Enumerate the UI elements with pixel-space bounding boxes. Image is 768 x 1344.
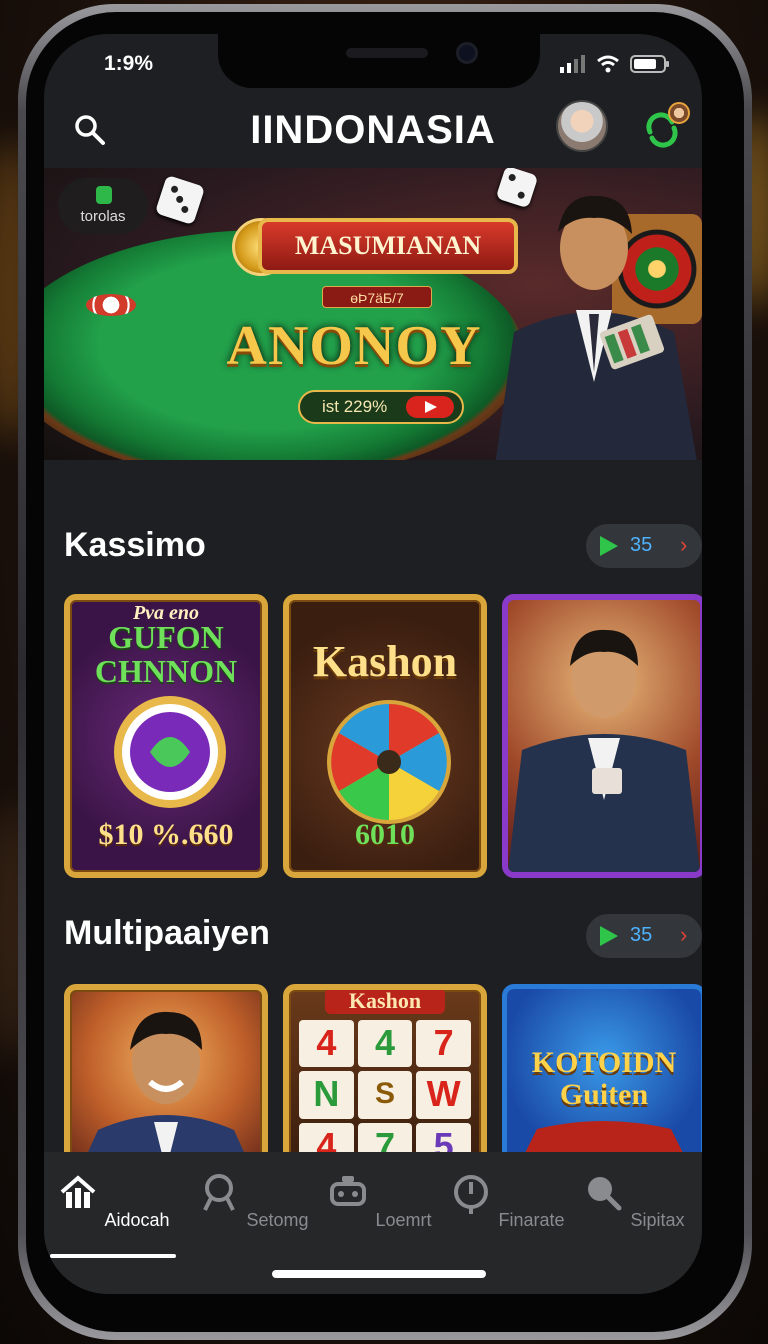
banner-headline: ANONOY xyxy=(226,315,482,377)
play-icon xyxy=(600,926,618,946)
friend-avatar[interactable] xyxy=(668,102,690,124)
host-portrait-image xyxy=(508,629,700,872)
app-header: IINDONASIA xyxy=(44,92,702,168)
wheel-icon xyxy=(114,696,226,808)
tab-explore[interactable]: Sipitax xyxy=(568,1170,698,1231)
banner-code: ɵÞ7äƂ/7 xyxy=(322,286,432,308)
status-time: 1:9% xyxy=(104,52,154,75)
search-icon xyxy=(203,1174,236,1211)
prize-wheel-icon xyxy=(327,700,451,824)
banner-promo-button[interactable]: ist 229% xyxy=(298,390,464,424)
tab-timer[interactable]: Finarate xyxy=(442,1170,572,1231)
banner-ribbon: MASUMIANAN xyxy=(258,218,518,274)
section-see-all-button[interactable]: 35 › xyxy=(586,524,702,568)
player-portrait-image xyxy=(82,1011,250,1164)
game-card[interactable] xyxy=(64,984,268,1164)
battery-icon xyxy=(630,55,669,73)
app-screen: 1:9% IINDONASIA torolas MASUMIANAN ɵÞ7äƂ… xyxy=(44,34,702,1294)
tab-search[interactable]: Setomg xyxy=(188,1170,318,1231)
chevron-right-icon: › xyxy=(680,532,688,557)
promo-banner[interactable]: torolas MASUMIANAN ɵÞ7äƂ/7 ANONOY ist 22… xyxy=(44,168,702,460)
section-title: Multipaaiyen xyxy=(64,914,270,952)
active-tab-indicator xyxy=(50,1254,176,1258)
section-see-all-button[interactable]: 35 › xyxy=(586,914,702,958)
home-icon xyxy=(61,1175,96,1208)
slot-reels: 4 4 7 N S W 4 7 5 xyxy=(299,1020,471,1164)
banner-tag: torolas xyxy=(58,178,148,234)
dealer-image xyxy=(495,195,697,460)
poker-chip-icon xyxy=(86,294,136,316)
signal-icon xyxy=(560,55,585,73)
tab-games[interactable]: Loemrt xyxy=(314,1170,444,1231)
magnify-icon xyxy=(588,1177,622,1211)
dice-icon xyxy=(154,174,206,226)
gamepad-icon xyxy=(330,1176,367,1206)
status-bar: 1:9% xyxy=(44,52,702,82)
wifi-icon xyxy=(597,55,619,73)
timer-icon xyxy=(454,1175,489,1214)
play-icon xyxy=(600,536,618,556)
game-card[interactable]: KOTOIDN Guiten xyxy=(502,984,702,1164)
home-indicator xyxy=(272,1270,486,1278)
game-card[interactable]: Pva eno GUFON CHNNON $10 %.660 xyxy=(64,594,268,878)
chevron-right-icon: › xyxy=(680,922,688,947)
game-card[interactable]: Kashon 4 4 7 N S W 4 7 5 xyxy=(283,984,487,1164)
game-card[interactable]: Kashon 6010 xyxy=(283,594,487,878)
user-avatar[interactable] xyxy=(556,100,608,152)
game-card[interactable] xyxy=(502,594,702,878)
section-title: Kassimo xyxy=(64,526,206,564)
tab-home[interactable]: Aidocah xyxy=(48,1170,178,1231)
play-icon xyxy=(406,396,454,418)
